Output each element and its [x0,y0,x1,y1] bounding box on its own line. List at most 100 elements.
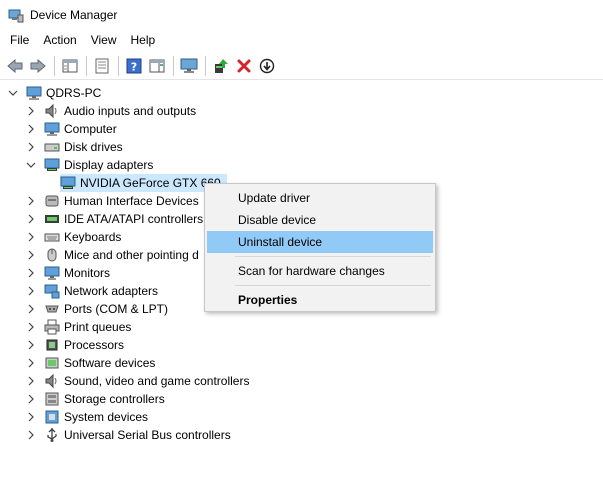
menu-bar: File Action View Help [0,30,603,50]
tree-item-storage-controllers[interactable]: Storage controllers [26,390,165,408]
port-icon [44,301,60,317]
chevron-right-icon[interactable] [26,286,36,296]
tree-item-disk-drives[interactable]: Disk drives [26,138,123,156]
mouse-icon [44,247,60,263]
tree-item-label: IDE ATA/ATAPI controllers [64,212,204,226]
tree-item-software-devices[interactable]: Software devices [26,354,155,372]
toolbar-separator [54,55,55,76]
tree-item-processors[interactable]: Processors [26,336,124,354]
help-icon[interactable]: ? [123,55,145,77]
window-title: Device Manager [30,8,118,22]
usb-icon [44,427,60,443]
chevron-right-icon[interactable] [26,106,36,116]
chevron-right-icon[interactable] [26,430,36,440]
tree-item-ide-controllers[interactable]: IDE ATA/ATAPI controllers [26,210,203,228]
chevron-down-icon[interactable] [8,88,18,98]
tree-item-computer[interactable]: Computer [26,120,117,138]
menu-item-uninstall-device[interactable]: Uninstall device [207,231,433,253]
tree-item-audio[interactable]: Audio inputs and outputs [26,102,196,120]
menu-item-scan-hardware-changes[interactable]: Scan for hardware changes [207,260,433,282]
properties-icon[interactable] [91,55,113,77]
tree-item-label: System devices [64,410,149,424]
ide-controller-icon [44,211,60,227]
chevron-right-icon[interactable] [26,232,36,242]
tree-item-label: Print queues [64,320,132,334]
tree-item-label: Human Interface Devices [64,194,199,208]
tree-item-label: Ports (COM & LPT) [64,302,169,316]
monitor-icon[interactable] [178,55,200,77]
tree-item-monitors[interactable]: Monitors [26,264,110,282]
chevron-right-icon[interactable] [26,376,36,386]
update-driver-icon[interactable] [210,55,232,77]
storage-controller-icon [44,391,60,407]
menu-item-properties[interactable]: Properties [207,289,433,311]
disable-device-icon[interactable] [256,55,278,77]
tree-item-label: Display adapters [64,158,154,172]
menu-view[interactable]: View [84,31,124,49]
chevron-right-icon[interactable] [26,322,36,332]
chevron-right-icon[interactable] [26,304,36,314]
chevron-right-icon[interactable] [26,358,36,368]
disk-drive-icon [44,139,60,155]
chevron-right-icon[interactable] [26,196,36,206]
menu-file[interactable]: File [3,31,36,49]
tree-item-label: Sound, video and game controllers [64,374,250,388]
computer-icon [26,85,42,101]
toolbar-separator [205,55,206,76]
toolbar-separator [173,55,174,76]
tree-item-nvidia-gtx-660[interactable]: NVIDIA GeForce GTX 660 [60,174,227,192]
chevron-right-icon[interactable] [26,340,36,350]
chevron-down-icon[interactable] [26,160,36,170]
menu-help[interactable]: Help [124,31,163,49]
processor-icon [44,337,60,353]
tree-item-label: Monitors [64,266,111,280]
tree-root-label: QDRS-PC [46,86,102,100]
display-adapter-icon [60,175,76,191]
tree-item-sound-video-game[interactable]: Sound, video and game controllers [26,372,249,390]
chevron-right-icon[interactable] [26,214,36,224]
tree-item-ports[interactable]: Ports (COM & LPT) [26,300,168,318]
tree-item-display-adapters[interactable]: Display adapters [26,156,153,174]
uninstall-icon[interactable] [233,55,255,77]
chevron-right-icon[interactable] [26,124,36,134]
menu-action[interactable]: Action [36,31,83,49]
tree-item-label: Processors [64,338,125,352]
display-adapter-icon [44,157,60,173]
system-device-icon [44,409,60,425]
speaker-icon [44,373,60,389]
chevron-right-icon[interactable] [26,412,36,422]
chevron-right-icon[interactable] [26,394,36,404]
tree-item-keyboards[interactable]: Keyboards [26,228,121,246]
speaker-icon [44,103,60,119]
toolbar-separator [86,55,87,76]
chevron-right-icon[interactable] [26,268,36,278]
network-adapter-icon [44,283,60,299]
tree-root[interactable]: QDRS-PC [8,84,101,102]
tree-item-mice[interactable]: Mice and other pointing d [26,246,199,264]
svg-text:?: ? [131,60,137,73]
printer-icon [44,319,60,335]
tree-item-hid[interactable]: Human Interface Devices [26,192,199,210]
tree-item-label: Storage controllers [64,392,165,406]
tree-item-print-queues[interactable]: Print queues [26,318,131,336]
forward-icon[interactable] [27,55,49,77]
menu-item-update-driver[interactable]: Update driver [207,187,433,209]
action-pane-icon[interactable] [146,55,168,77]
monitor-icon [44,265,60,281]
hid-icon [44,193,60,209]
context-menu: Update driver Disable device Uninstall d… [204,183,436,312]
tree-item-label: NVIDIA GeForce GTX 660 [80,176,221,190]
tree-item-system-devices[interactable]: System devices [26,408,148,426]
menu-separator [235,256,431,257]
menu-item-disable-device[interactable]: Disable device [207,209,433,231]
back-icon[interactable] [4,55,26,77]
tree-item-label: Computer [64,122,117,136]
software-device-icon [44,355,60,371]
keyboard-icon [44,229,60,245]
show-hide-console-tree-icon[interactable] [59,55,81,77]
tree-item-usb-controllers[interactable]: Universal Serial Bus controllers [26,426,231,444]
chevron-right-icon[interactable] [26,250,36,260]
chevron-right-icon[interactable] [26,142,36,152]
tree-item-network-adapters[interactable]: Network adapters [26,282,158,300]
device-manager-icon [8,7,24,23]
